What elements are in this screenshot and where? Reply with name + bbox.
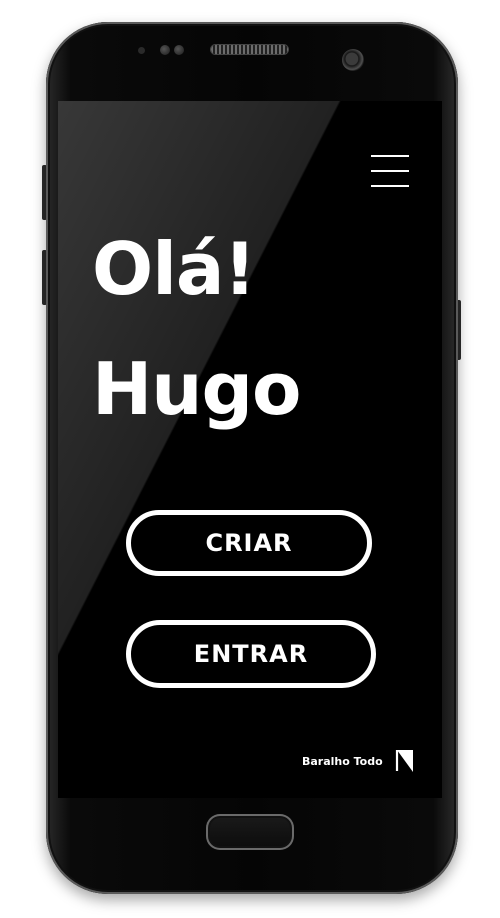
- create-button[interactable]: CRIAR: [126, 510, 372, 576]
- greeting-heading: Olá! Hugo: [92, 209, 302, 449]
- proximity-sensor: [138, 47, 145, 54]
- greeting-line-name: Hugo: [92, 347, 302, 431]
- earpiece-speaker: [211, 45, 288, 54]
- enter-button[interactable]: ENTRAR: [126, 620, 376, 688]
- front-camera: [342, 49, 364, 71]
- home-button[interactable]: [206, 814, 294, 850]
- brand-signature: Baralho Todo: [302, 749, 415, 773]
- brand-name: Baralho Todo: [302, 754, 383, 768]
- front-sensor-left: [160, 45, 170, 55]
- app-screen: Olá! Hugo CRIAR ENTRAR Baralho Todo: [58, 101, 442, 798]
- hamburger-menu-icon[interactable]: [371, 153, 411, 189]
- greeting-line-hello: Olá!: [92, 227, 256, 311]
- screen-glare: [58, 101, 442, 798]
- baralho-todo-logo-icon: [395, 750, 413, 772]
- front-sensor-right: [174, 45, 184, 55]
